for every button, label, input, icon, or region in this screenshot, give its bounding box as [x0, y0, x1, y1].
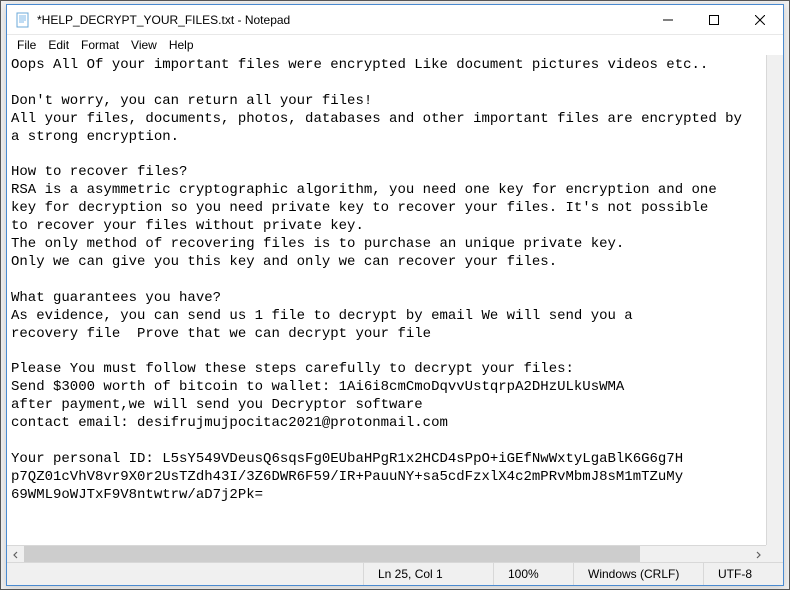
status-cursor-position: Ln 25, Col 1: [363, 563, 493, 585]
status-line-ending: Windows (CRLF): [573, 563, 703, 585]
scroll-thumb[interactable]: [24, 546, 640, 562]
statusbar: Ln 25, Col 1 100% Windows (CRLF) UTF-8: [7, 562, 783, 585]
scroll-corner: [766, 545, 783, 562]
window-controls: [645, 5, 783, 34]
status-encoding: UTF-8: [703, 563, 783, 585]
window-title: *HELP_DECRYPT_YOUR_FILES.txt - Notepad: [37, 13, 645, 27]
menu-help[interactable]: Help: [163, 37, 200, 53]
vertical-scrollbar[interactable]: [766, 55, 783, 545]
status-zoom: 100%: [493, 563, 573, 585]
maximize-icon: [709, 15, 719, 25]
menu-view[interactable]: View: [125, 37, 163, 53]
close-icon: [755, 15, 765, 25]
arrow-right-icon: [754, 551, 762, 559]
arrow-left-icon: [12, 551, 20, 559]
close-button[interactable]: [737, 5, 783, 34]
text-editor[interactable]: Oops All Of your important files were en…: [7, 55, 783, 562]
notepad-window: *HELP_DECRYPT_YOUR_FILES.txt - Notepad F…: [6, 4, 784, 586]
minimize-icon: [663, 15, 673, 25]
scroll-track[interactable]: [24, 546, 749, 562]
horizontal-scrollbar[interactable]: [7, 545, 766, 562]
notepad-icon: [15, 12, 31, 28]
text-area-container: Oops All Of your important files were en…: [7, 55, 783, 562]
titlebar[interactable]: *HELP_DECRYPT_YOUR_FILES.txt - Notepad: [7, 5, 783, 35]
scroll-right-button[interactable]: [749, 546, 766, 562]
minimize-button[interactable]: [645, 5, 691, 34]
menu-edit[interactable]: Edit: [42, 37, 75, 53]
scroll-left-button[interactable]: [7, 546, 24, 562]
menu-file[interactable]: File: [11, 37, 42, 53]
maximize-button[interactable]: [691, 5, 737, 34]
menu-format[interactable]: Format: [75, 37, 125, 53]
menubar: File Edit Format View Help: [7, 35, 783, 55]
